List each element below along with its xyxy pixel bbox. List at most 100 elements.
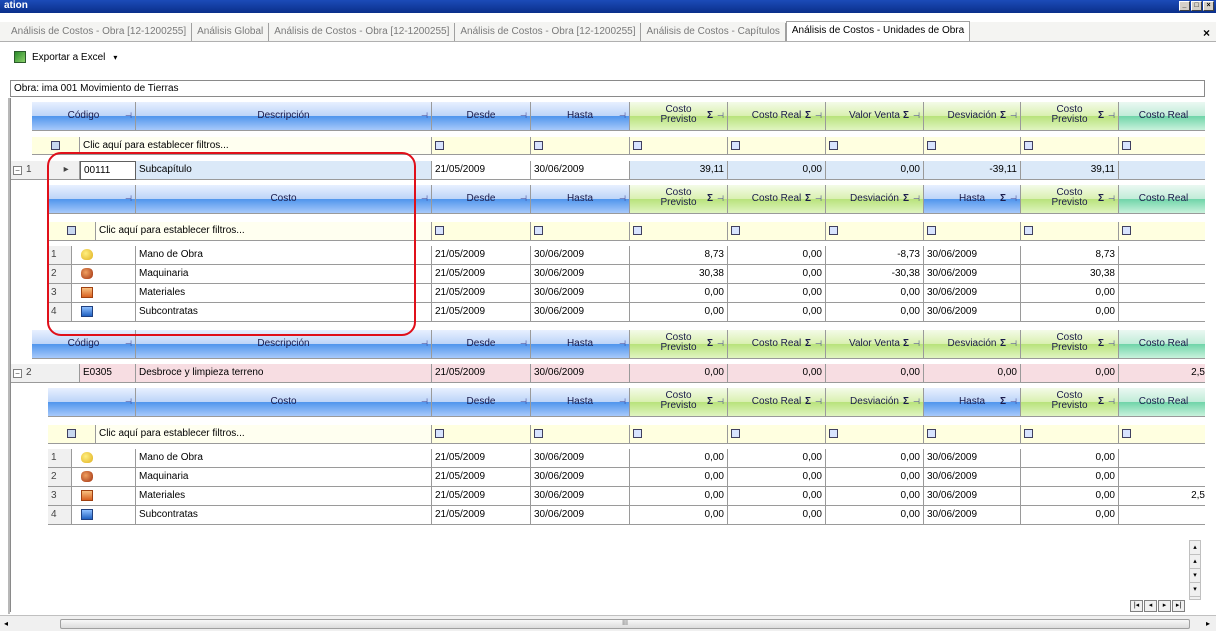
filter-cell[interactable]: [531, 222, 630, 241]
sum-icon[interactable]: Σ: [805, 388, 811, 416]
pin-icon[interactable]: ⊣: [421, 102, 428, 130]
table-row[interactable]: −1 ▸ 00111 Subcapítulo 21/05/2009 30/06/2…: [11, 161, 1205, 180]
pin-icon[interactable]: ⊣: [619, 102, 626, 130]
header-costo-previsto[interactable]: Costo Previsto Σ ⊣: [630, 388, 728, 417]
cell-previsto[interactable]: 39,11: [630, 161, 728, 180]
next-record-button[interactable]: ▸: [1158, 600, 1171, 612]
cell-hasta-2[interactable]: 30/06/2009: [924, 246, 1021, 265]
filter-cell[interactable]: [432, 425, 531, 444]
tab-analisis-obra-1[interactable]: Análisis de Costos - Obra [12-1200255]: [6, 23, 193, 41]
pin-icon[interactable]: ⊣: [619, 185, 626, 213]
header-costo-real-2[interactable]: Costo Real: [1119, 102, 1205, 131]
cell-hasta-2[interactable]: 30/06/2009: [924, 468, 1021, 487]
minimize-button[interactable]: _: [1179, 1, 1190, 11]
close-tab-icon[interactable]: ×: [1203, 26, 1210, 40]
cell-hasta[interactable]: 30/06/2009: [531, 487, 630, 506]
list-item[interactable]: 4 Subcontratas 21/05/2009 30/06/2009 0,00 0,0…: [11, 506, 1205, 525]
pin-icon[interactable]: ⊣: [717, 388, 724, 416]
pin-icon[interactable]: ⊣: [1108, 102, 1115, 130]
row-number[interactable]: 2: [48, 468, 72, 487]
header-codigo[interactable]: Código ⊣: [32, 102, 136, 131]
header-costo-real[interactable]: Costo Real Σ ⊣: [728, 102, 826, 131]
cell-real-2[interactable]: [1119, 284, 1205, 303]
list-item[interactable]: 2 Maquinaria 21/05/2009 30/06/2009 0,00 0,00 0…: [11, 468, 1205, 487]
cell-desviacion[interactable]: 0,00: [826, 284, 924, 303]
header-costo-previsto-2[interactable]: Costo Previsto Σ ⊣: [1021, 185, 1119, 214]
prev-record-button[interactable]: ◂: [1144, 600, 1157, 612]
filter-cell[interactable]: [728, 222, 826, 241]
cell-real[interactable]: 0,00: [728, 284, 826, 303]
filter-hint[interactable]: Clic aquí para establecer filtros...: [96, 222, 432, 241]
header-valor-venta[interactable]: Valor Venta Σ ⊣: [826, 330, 924, 359]
header-costo-previsto-2[interactable]: Costo Previsto Σ ⊣: [1021, 330, 1119, 359]
pin-icon[interactable]: ⊣: [619, 388, 626, 416]
sum-icon[interactable]: Σ: [1098, 388, 1104, 416]
scroll-up-button[interactable]: ▴: [1190, 555, 1200, 569]
cell-desde[interactable]: 21/05/2009: [432, 246, 531, 265]
cell-real-2[interactable]: [1119, 161, 1205, 180]
pin-icon[interactable]: ⊣: [125, 185, 132, 213]
cell-venta[interactable]: 0,00: [826, 161, 924, 180]
list-item[interactable]: 4 Subcontratas 21/05/2009 30/06/2009 0,00 0,0…: [11, 303, 1205, 322]
pin-icon[interactable]: ⊣: [520, 185, 527, 213]
pin-icon[interactable]: ⊣: [520, 388, 527, 416]
cell-real-2[interactable]: [1119, 303, 1205, 322]
header-costo-real[interactable]: Costo Real Σ ⊣: [728, 388, 826, 417]
pin-icon[interactable]: ⊣: [913, 330, 920, 358]
cell-real[interactable]: 0,00: [728, 303, 826, 322]
header-hasta[interactable]: Hasta ⊣: [531, 185, 630, 214]
row-header[interactable]: −1 ▸: [11, 161, 80, 180]
row-number[interactable]: 1: [48, 449, 72, 468]
header-desde[interactable]: Desde ⊣: [432, 330, 531, 359]
row-number[interactable]: 2: [48, 265, 72, 284]
cell-desviacion[interactable]: -30,38: [826, 265, 924, 284]
cell-real[interactable]: 0,00: [728, 468, 826, 487]
filter-cell[interactable]: [531, 137, 630, 155]
sum-icon[interactable]: Σ: [1000, 388, 1006, 416]
cell-desc[interactable]: Maquinaria: [136, 265, 432, 284]
cell-venta[interactable]: 0,00: [826, 364, 924, 383]
scroll-last-button[interactable]: ▾: [1190, 583, 1200, 597]
cell-hasta[interactable]: 30/06/2009: [531, 161, 630, 180]
filter-cell[interactable]: [826, 137, 924, 155]
header-costo-previsto-2[interactable]: Costo Previsto Σ ⊣: [1021, 388, 1119, 417]
filter-cell[interactable]: [924, 137, 1021, 155]
list-item[interactable]: 3 Materiales 21/05/2009 30/06/2009 0,00 0,00 0…: [11, 284, 1205, 303]
cell-previsto-2[interactable]: 0,00: [1021, 303, 1119, 322]
cell-hasta[interactable]: 30/06/2009: [531, 303, 630, 322]
export-excel-button[interactable]: Exportar a Excel: [32, 52, 105, 63]
sum-icon[interactable]: Σ: [1098, 185, 1104, 213]
scroll-thumb[interactable]: III: [60, 619, 1190, 629]
cell-desc[interactable]: Maquinaria: [136, 468, 432, 487]
cell-desc[interactable]: Subcontratas: [136, 506, 432, 525]
cell-previsto[interactable]: 0,00: [630, 364, 728, 383]
cell-hasta[interactable]: 30/06/2009: [531, 506, 630, 525]
row-number[interactable]: 4: [48, 303, 72, 322]
filter-cell[interactable]: [432, 222, 531, 241]
pin-icon[interactable]: ⊣: [421, 185, 428, 213]
row-header[interactable]: −2: [11, 364, 80, 383]
header-costo-real-2[interactable]: Costo Real: [1119, 185, 1205, 214]
cell-hasta[interactable]: 30/06/2009: [531, 364, 630, 383]
cell-hasta[interactable]: 30/06/2009: [531, 449, 630, 468]
last-record-button[interactable]: ▸|: [1172, 600, 1185, 612]
cell-previsto-2[interactable]: 30,38: [1021, 265, 1119, 284]
filter-cell[interactable]: [432, 137, 531, 155]
filter-cell[interactable]: [924, 222, 1021, 241]
row-number[interactable]: 1: [48, 246, 72, 265]
sum-icon[interactable]: Σ: [805, 330, 811, 358]
sum-icon[interactable]: Σ: [1000, 330, 1006, 358]
scroll-left-arrow-icon[interactable]: ◂: [4, 619, 8, 628]
pin-icon[interactable]: ⊣: [913, 185, 920, 213]
cell-previsto[interactable]: 0,00: [630, 303, 728, 322]
cell-previsto-2[interactable]: 39,11: [1021, 161, 1119, 180]
cell-hasta-2[interactable]: 30/06/2009: [924, 284, 1021, 303]
cell-hasta-2[interactable]: 30/06/2009: [924, 449, 1021, 468]
sum-icon[interactable]: Σ: [707, 102, 713, 130]
cell-previsto-2[interactable]: 0,00: [1021, 506, 1119, 525]
cell-desde[interactable]: 21/05/2009: [432, 161, 531, 180]
cell-desde[interactable]: 21/05/2009: [432, 449, 531, 468]
header-hasta[interactable]: Hasta ⊣: [531, 102, 630, 131]
tab-analisis-unidades[interactable]: Análisis de Costos - Unidades de Obra: [785, 21, 971, 41]
pin-icon[interactable]: ⊣: [815, 185, 822, 213]
